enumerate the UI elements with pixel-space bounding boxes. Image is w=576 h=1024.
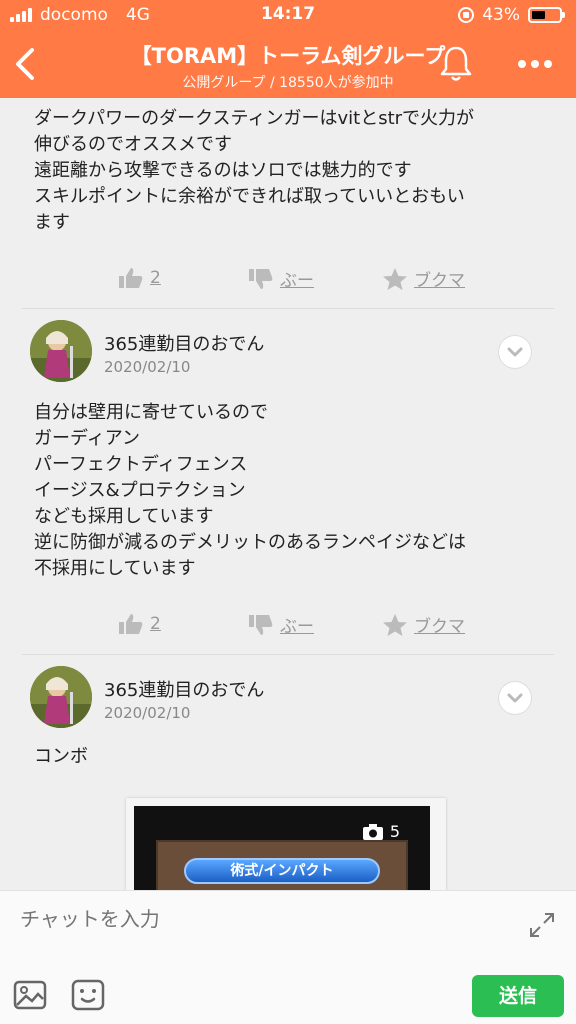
post-body: ダークパワーのダークスティンガーはvitとstrで火力が 伸びるのでオススメです… [34, 106, 554, 236]
avatar[interactable] [30, 666, 92, 728]
back-icon [16, 48, 34, 80]
boo-label: ぶー [280, 617, 314, 637]
stamp-button[interactable] [70, 977, 106, 1013]
thumbs-down-icon [249, 614, 273, 635]
post-date: 2020/02/10 [104, 704, 191, 722]
emoji-icon [71, 979, 105, 1011]
status-bar: docomo 4G 14:17 43% [0, 0, 576, 30]
post-body: コンボ [34, 744, 554, 770]
like-button[interactable]: 2 [118, 266, 161, 290]
post-line: ます [34, 212, 70, 233]
author-name[interactable]: 365連勤目のおでん [104, 676, 264, 702]
post-actions: 2 ぶー ブクマ [0, 604, 576, 644]
post-line: 自分は壁用に寄せているので [34, 402, 268, 423]
like-button[interactable]: 2 [118, 612, 161, 636]
group-subtitle: 公開グループ / 18550人が参加中 [182, 75, 394, 91]
avatar[interactable] [30, 320, 92, 382]
post-body: 自分は壁用に寄せているので ガーディアン パーフェクトディフェンス イージス&プ… [34, 400, 554, 582]
boo-label: ぶー [280, 271, 314, 291]
star-icon [383, 613, 407, 636]
notification-button[interactable] [436, 42, 476, 86]
post-actions: 2 ぶー ブクマ [0, 258, 576, 298]
group-title: 【TORAM】トーラム剣グループ [130, 44, 446, 68]
photo-attachment[interactable]: 術式/インパクト 5 [126, 794, 456, 890]
expand-button[interactable] [528, 911, 556, 939]
post-line: ガーディアン [34, 428, 141, 449]
battery-percent: 43% [482, 5, 520, 25]
photo-button-text: 術式/インパクト [184, 858, 380, 884]
thumbs-up-icon [119, 268, 143, 288]
star-icon [383, 267, 407, 290]
post-line: コンボ [34, 746, 88, 767]
top-bar: docomo 4G 14:17 43% 【TORAM】トーラム剣グループ 公開グ… [0, 0, 576, 98]
post-line: 不採用にしています [34, 558, 196, 579]
photo-count-badge: 5 [362, 822, 400, 841]
post-line: パーフェクトディフェンス [34, 454, 248, 475]
post-menu-button[interactable] [499, 682, 531, 714]
post-line: 伸びるのでオススメです [34, 134, 232, 155]
group-header: 【TORAM】トーラム剣グループ 公開グループ / 18550人が参加中 [0, 32, 576, 98]
battery-icon [528, 7, 565, 23]
boo-button[interactable]: ぶー [248, 612, 314, 637]
image-button[interactable] [12, 977, 48, 1013]
bookmark-label: ブクマ [414, 271, 465, 291]
more-button[interactable] [510, 44, 560, 84]
thumbs-up-icon [119, 614, 143, 634]
image-icon [13, 980, 47, 1010]
photo-count: 5 [389, 822, 400, 841]
divider [22, 654, 554, 655]
thumbs-down-icon [249, 268, 273, 289]
chevron-down-icon [507, 347, 523, 357]
chat-input[interactable] [20, 903, 500, 935]
post-feed[interactable]: ダークパワーのダークスティンガーはvitとstrで火力が 伸びるのでオススメです… [0, 98, 576, 890]
post-line: 遠距離から攻撃できるのはソロでは魅力的です [34, 160, 412, 181]
bell-icon [440, 46, 472, 81]
chat-composer: 送信 [0, 890, 576, 1024]
post-line: ダークパワーのダークスティンガーはvitとstrで火力が [34, 108, 475, 129]
like-count: 2 [150, 614, 161, 634]
more-icon [518, 60, 552, 68]
expand-icon [530, 913, 554, 937]
post-line: 逆に防御が減るのデメリットのあるランペイジなどは [34, 532, 466, 553]
back-button[interactable] [8, 42, 48, 86]
orientation-lock-icon [458, 7, 475, 23]
photo-thumbnail: 術式/インパクト 5 [134, 806, 430, 890]
post-menu-button[interactable] [499, 336, 531, 368]
divider [22, 308, 554, 309]
bookmark-label: ブクマ [414, 617, 465, 637]
like-count: 2 [150, 268, 161, 288]
post-date: 2020/02/10 [104, 358, 191, 376]
chevron-down-icon [507, 693, 523, 703]
boo-button[interactable]: ぶー [248, 266, 314, 291]
post-line: なども採用しています [34, 506, 214, 527]
post-line: スキルポイントに余裕ができれば取っていいとおもい [34, 186, 465, 207]
author-name[interactable]: 365連勤目のおでん [104, 330, 264, 356]
camera-icon [362, 823, 383, 840]
post-line: イージス&プロテクション [34, 480, 246, 501]
bookmark-button[interactable]: ブクマ [382, 266, 465, 291]
send-button[interactable]: 送信 [472, 975, 564, 1017]
bookmark-button[interactable]: ブクマ [382, 612, 465, 637]
